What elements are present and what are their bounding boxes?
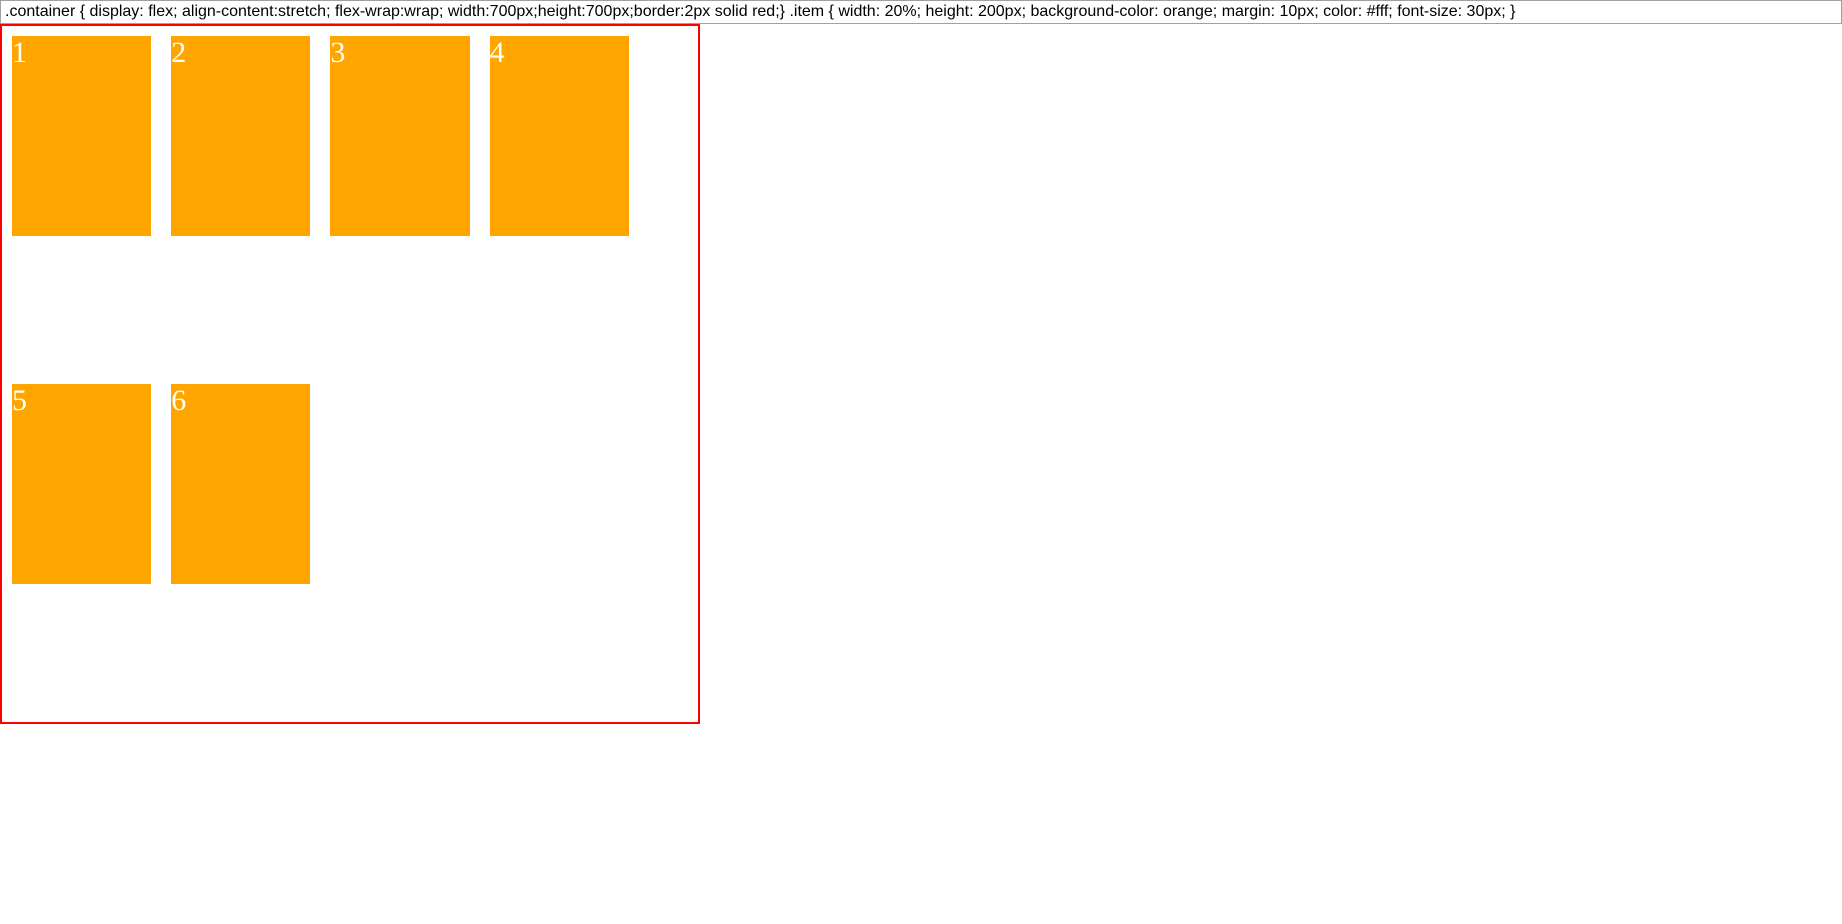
css-input[interactable]	[0, 0, 1842, 24]
flex-item-6: 6	[171, 384, 310, 584]
flex-container: 1 2 3 4 5 6	[0, 24, 700, 724]
flex-item-1: 1	[12, 36, 151, 236]
flex-item-2: 2	[171, 36, 310, 236]
flex-item-3: 3	[330, 36, 469, 236]
flex-item-4: 4	[490, 36, 629, 236]
flex-item-5: 5	[12, 384, 151, 584]
